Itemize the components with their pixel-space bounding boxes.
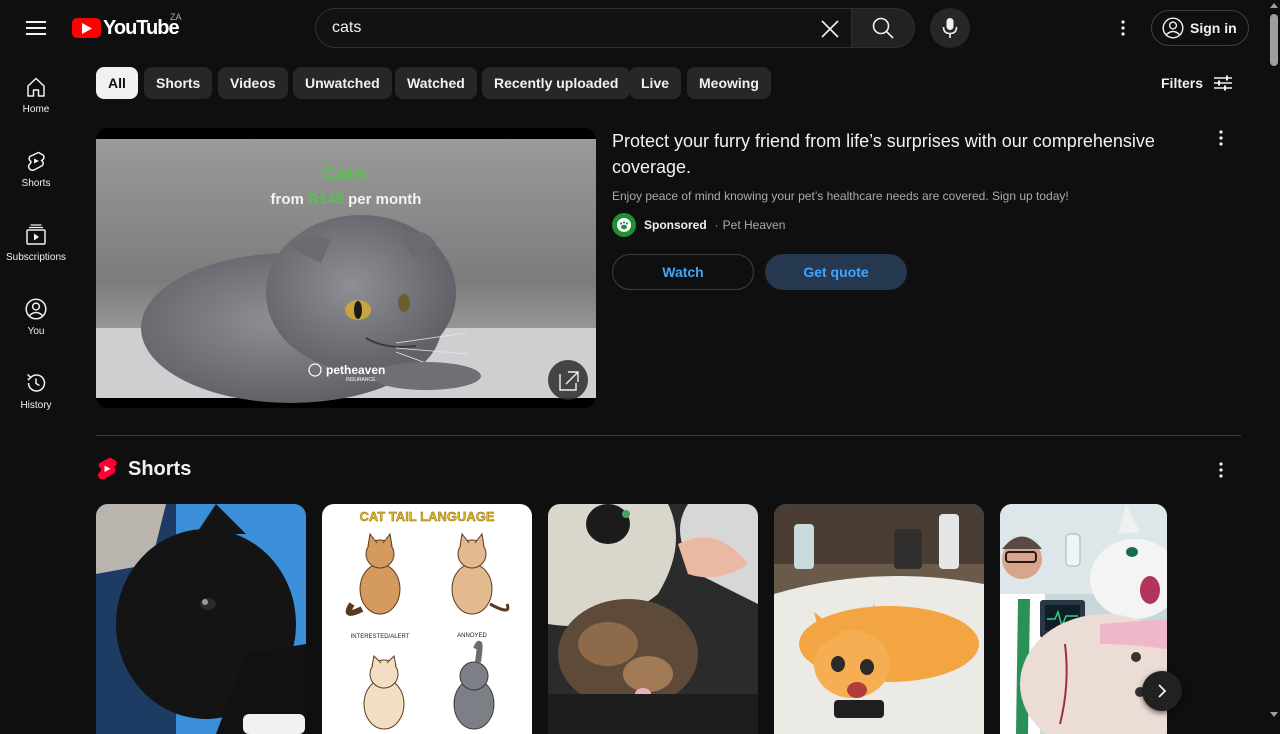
chevron-right-icon bbox=[1158, 684, 1167, 698]
price-suffix: per month bbox=[348, 191, 421, 208]
tail-label-2: ANNOYED bbox=[457, 633, 487, 639]
chip-label: Videos bbox=[230, 75, 276, 91]
you-icon bbox=[25, 298, 47, 320]
filter-sliders-icon bbox=[1214, 75, 1233, 91]
page-scrollbar[interactable] bbox=[1268, 0, 1280, 720]
price-prefix: from bbox=[271, 191, 304, 208]
ad-thumb-price-line: from R145 per month bbox=[271, 191, 422, 208]
chip-label: Meowing bbox=[699, 75, 759, 91]
history-icon bbox=[26, 373, 46, 392]
sign-in-label: Sign in bbox=[1190, 20, 1237, 36]
advertiser-name: Pet Heaven bbox=[722, 218, 786, 232]
voice-search-button[interactable] bbox=[930, 8, 970, 48]
sidebar-item-label: History bbox=[20, 400, 52, 411]
short-card-kitten[interactable] bbox=[548, 504, 758, 734]
short-card-cat-tail-language[interactable]: CAT TAIL LANGUAGE INTERESTED/ALERT ANNOY… bbox=[322, 504, 532, 734]
sidebar-item-label: Home bbox=[22, 104, 50, 115]
advertiser-avatar[interactable] bbox=[612, 213, 636, 237]
chip-label: Recently uploaded bbox=[494, 75, 619, 91]
short-card-black-cat[interactable] bbox=[96, 504, 306, 734]
chip-videos[interactable]: Videos bbox=[218, 67, 288, 99]
scroll-down-arrow-icon[interactable] bbox=[1268, 708, 1280, 720]
search-input[interactable] bbox=[332, 19, 812, 37]
search-box[interactable] bbox=[315, 8, 852, 48]
search-icon bbox=[872, 17, 894, 39]
chip-label: All bbox=[108, 75, 126, 91]
chip-recently-uploaded[interactable]: Recently uploaded bbox=[482, 67, 631, 99]
external-link-icon-bg bbox=[548, 360, 588, 400]
shorts-heading: Shorts bbox=[128, 457, 192, 480]
scrollbar-thumb[interactable] bbox=[1270, 14, 1278, 66]
settings-more-icon[interactable] bbox=[1103, 8, 1143, 48]
tail-label-1: INTERESTED/ALERT bbox=[351, 634, 410, 640]
youtube-logo-icon bbox=[72, 18, 101, 38]
sidebar-item-home[interactable]: Home bbox=[4, 56, 68, 130]
account-icon bbox=[1162, 17, 1184, 39]
chip-live[interactable]: Live bbox=[629, 67, 682, 99]
country-code: ZA bbox=[170, 12, 182, 22]
shorts-icon bbox=[27, 151, 45, 171]
sidebar-item-you[interactable]: You bbox=[4, 278, 68, 352]
sidebar: Home Shorts Subscriptions You History bbox=[0, 56, 72, 720]
ad-thumb-headline: Cats: bbox=[322, 164, 370, 185]
cat-ad-image: Cats: from R145 per month petheaven INSU… bbox=[96, 128, 596, 408]
white-cat-doctor-thumbnail bbox=[1000, 504, 1167, 734]
ad-thumbnail[interactable]: Cats: from R145 per month petheaven INSU… bbox=[96, 128, 596, 408]
ad-title[interactable]: Protect your furry friend from life’s su… bbox=[612, 128, 1172, 180]
top-bar: YouTube ZA Sign in bbox=[0, 0, 1268, 56]
kitten-thumbnail bbox=[548, 504, 758, 734]
ad-sponsor-row: Sponsored · Pet Heaven bbox=[612, 213, 785, 237]
chip-label: Unwatched bbox=[305, 75, 380, 91]
ad-description: Enjoy peace of mind knowing your pet’s h… bbox=[612, 189, 1069, 203]
subscriptions-icon bbox=[26, 224, 46, 245]
shorts-logo-icon bbox=[97, 457, 117, 480]
short-card-white-cat-doctor[interactable] bbox=[1000, 504, 1167, 734]
short-card-orange-cat[interactable] bbox=[774, 504, 984, 734]
filters-label: Filters bbox=[1161, 75, 1204, 91]
price-value: R145 bbox=[308, 191, 344, 208]
shorts-section-header: Shorts bbox=[96, 456, 191, 482]
clear-search-icon[interactable] bbox=[814, 13, 846, 45]
cat-tail-chart-thumbnail: CAT TAIL LANGUAGE INTERESTED/ALERT ANNOY… bbox=[322, 504, 532, 734]
chip-watched[interactable]: Watched bbox=[395, 67, 477, 99]
sidebar-item-history[interactable]: History bbox=[4, 352, 68, 426]
menu-icon[interactable] bbox=[16, 8, 56, 48]
chip-label: Live bbox=[641, 75, 670, 91]
paw-icon bbox=[617, 218, 631, 232]
search-button[interactable] bbox=[851, 8, 915, 48]
sign-in-button[interactable]: Sign in bbox=[1151, 10, 1249, 46]
chip-label: Shorts bbox=[156, 75, 201, 91]
sidebar-item-label: Shorts bbox=[21, 178, 51, 189]
section-divider bbox=[96, 435, 1241, 436]
chip-all[interactable]: All bbox=[96, 67, 138, 99]
chip-meowing[interactable]: Meowing bbox=[687, 67, 771, 99]
ad-more-options-icon[interactable] bbox=[1205, 122, 1237, 154]
get-quote-button[interactable]: Get quote bbox=[765, 254, 907, 290]
tail-chart-title: CAT TAIL LANGUAGE bbox=[359, 509, 494, 524]
chip-unwatched[interactable]: Unwatched bbox=[293, 67, 392, 99]
black-cat-thumbnail bbox=[96, 504, 306, 734]
ad-thumb-brand: petheaven bbox=[326, 363, 385, 377]
sponsored-label: Sponsored bbox=[644, 218, 707, 232]
logo-text: YouTube bbox=[103, 16, 180, 39]
chip-label: Watched bbox=[407, 75, 465, 91]
sidebar-item-label: You bbox=[27, 326, 45, 337]
youtube-logo[interactable]: YouTube ZA bbox=[72, 12, 182, 40]
shorts-next-button[interactable] bbox=[1142, 671, 1182, 711]
scroll-up-arrow-icon[interactable] bbox=[1268, 0, 1280, 12]
separator-dot: · bbox=[714, 218, 719, 232]
chip-shorts[interactable]: Shorts bbox=[144, 67, 213, 99]
orange-cat-thumbnail bbox=[774, 504, 984, 734]
shorts-more-options-icon[interactable] bbox=[1205, 454, 1237, 486]
filters-button[interactable]: Filters bbox=[1161, 67, 1233, 99]
sidebar-item-shorts[interactable]: Shorts bbox=[4, 130, 68, 204]
sidebar-item-label: Subscriptions bbox=[5, 252, 67, 263]
ad-thumb-brand-sub: INSURANCE bbox=[346, 377, 376, 383]
home-icon bbox=[27, 77, 45, 97]
sidebar-item-subscriptions[interactable]: Subscriptions bbox=[4, 204, 68, 278]
watch-button[interactable]: Watch bbox=[612, 254, 754, 290]
microphone-icon bbox=[942, 18, 958, 38]
